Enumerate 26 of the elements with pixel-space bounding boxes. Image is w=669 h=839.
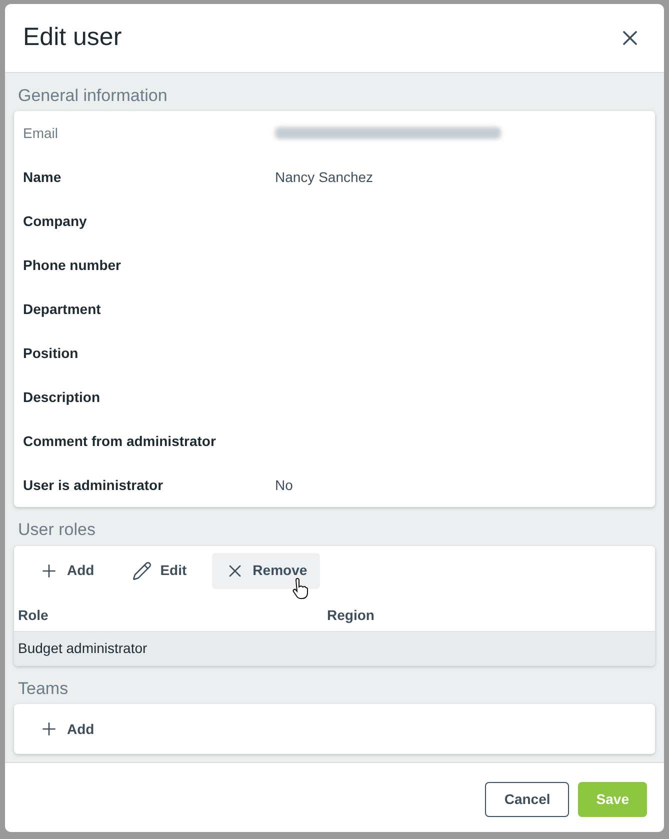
toolbar-button[interactable]: Remove <box>212 552 320 589</box>
section-title: General information <box>17 84 168 107</box>
field-value: No <box>275 476 293 495</box>
table-row[interactable]: Budget administrator <box>14 632 655 666</box>
section-title: User roles <box>17 519 96 542</box>
column-header: Region <box>327 606 376 625</box>
field-label: Department <box>23 300 102 319</box>
field-label: Name <box>23 168 62 187</box>
table-cell-text: Budget administrator <box>18 639 148 658</box>
dialog-title: Edit user <box>23 22 122 54</box>
section-title: Teams <box>17 678 70 700</box>
field-label: Email <box>23 124 60 143</box>
cancel-button[interactable]: Cancel <box>485 782 570 818</box>
toolbar-button[interactable]: Add <box>26 552 108 589</box>
field-label: Phone number <box>23 256 122 275</box>
field-value: Nancy Sanchez <box>275 168 374 187</box>
toolbar-button[interactable]: Add <box>26 711 108 748</box>
field-label: Position <box>23 344 80 363</box>
toolbar-button[interactable]: Edit <box>119 552 200 589</box>
field-label: User is administrator <box>23 476 164 495</box>
edit-icon <box>132 560 152 581</box>
field-label: Description <box>23 388 102 407</box>
field-label: Comment from administrator <box>23 432 217 451</box>
field-label: Company <box>23 212 88 231</box>
pointer-cursor-icon <box>292 578 308 600</box>
column-header: Role <box>18 606 50 625</box>
